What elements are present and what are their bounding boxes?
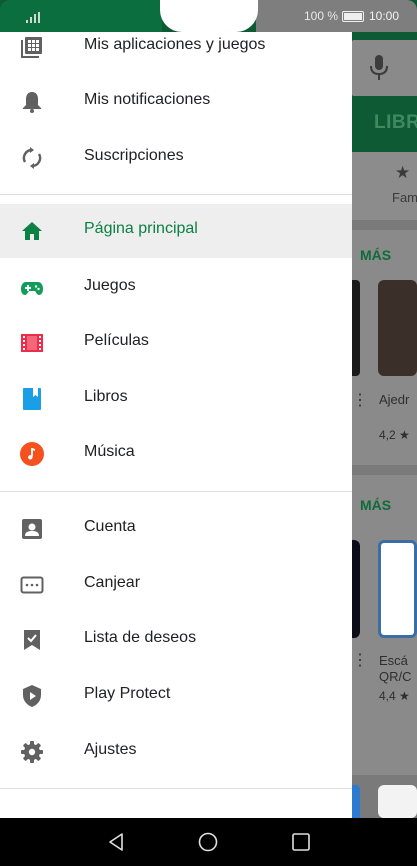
background-more-options: ⋮ (352, 652, 368, 669)
drawer-item-books[interactable]: Libros (0, 372, 352, 426)
drawer-item-play-protect[interactable]: Play Protect (0, 669, 352, 723)
refresh-icon (22, 147, 42, 169)
background-thumbnail (352, 785, 360, 818)
status-bar: 100 % 10:00 (0, 0, 417, 32)
drawer-item-label: Play Protect (84, 685, 171, 702)
drawer-item-label: Canjear (84, 574, 141, 591)
background-card-rating: 4,4 ★ (379, 689, 410, 703)
drawer-item-label: Lista de deseos (84, 629, 197, 646)
account-icon (22, 519, 42, 539)
drawer-item-label: Ajustes (84, 741, 137, 758)
background-card-title: Ajedr (379, 392, 410, 407)
drawer-item-subscriptions[interactable]: Suscripciones (0, 131, 352, 185)
battery-icon (342, 11, 364, 22)
drawer-item-home[interactable]: Página principal (0, 204, 352, 258)
background-thumbnail (378, 280, 417, 376)
apps-grid-icon (21, 37, 42, 58)
drawer-divider (0, 491, 352, 492)
drawer-item-label: Mis aplicaciones y juegos (84, 36, 266, 53)
background-qr-thumbnail (378, 540, 417, 638)
status-time: 10:00 (369, 9, 400, 23)
drawer-item-label: Juegos (84, 277, 136, 294)
wishlist-icon (24, 630, 40, 650)
status-bar-left (0, 0, 162, 32)
drawer-item-label: Mis notificaciones (84, 91, 211, 108)
background-chip-label: Fam (392, 190, 417, 205)
navigation-drawer: Mis aplicaciones y juegos Mis notificaci… (0, 32, 352, 818)
drawer-item-music[interactable]: Música (0, 427, 352, 481)
background-more-options: ⋮ (352, 392, 368, 409)
battery-percentage: 100 % (304, 9, 339, 23)
drawer-item-label: Libros (84, 388, 128, 405)
drawer-item-notifications[interactable]: Mis notificaciones (0, 75, 352, 129)
drawer-item-label: Música (84, 443, 135, 460)
background-more-link-1: MÁS (360, 247, 392, 263)
system-nav-bar (0, 818, 417, 866)
play-protect-icon (23, 685, 41, 707)
back-icon[interactable] (105, 831, 127, 853)
drawer-item-wishlist[interactable]: Lista de deseos (0, 613, 352, 667)
background-card-title: Escá (379, 653, 408, 668)
background-thumbnail (378, 785, 417, 818)
gamepad-icon (21, 282, 43, 295)
background-more-link-2: MÁS (360, 497, 392, 513)
home-circle-icon[interactable] (197, 831, 219, 853)
recents-icon[interactable] (290, 831, 312, 853)
settings-icon (21, 741, 43, 763)
film-icon (21, 334, 43, 352)
drawer-item-movies[interactable]: Películas (0, 316, 352, 370)
drawer-item-label: Cuenta (84, 518, 136, 535)
background-tab-books: LIBRO (374, 112, 417, 133)
background-card-rating: 4,2 ★ (379, 428, 410, 442)
redeem-icon (20, 576, 44, 594)
drawer-item-games[interactable]: Juegos (0, 261, 352, 315)
drawer-item-label: Películas (84, 332, 149, 349)
music-icon (20, 442, 44, 466)
drawer-item-account[interactable]: Cuenta (0, 502, 352, 556)
drawer-item-label: Página principal (84, 220, 198, 237)
drawer-item-label: Suscripciones (84, 147, 184, 164)
bell-icon (23, 92, 41, 113)
drawer-item-redeem[interactable]: Canjear (0, 558, 352, 612)
star-icon: ★ (395, 163, 411, 182)
home-icon (22, 222, 42, 240)
drawer-divider (0, 194, 352, 195)
drawer-divider (0, 788, 352, 789)
drawer-item-settings[interactable]: Ajustes (0, 725, 352, 779)
mic-icon (370, 55, 388, 80)
background-card-title: QR/C (379, 669, 412, 684)
book-icon (23, 388, 41, 410)
signal-icon (26, 12, 40, 23)
camera-notch (160, 0, 258, 32)
drawer-item-my-apps[interactable]: Mis aplicaciones y juegos (0, 32, 352, 74)
